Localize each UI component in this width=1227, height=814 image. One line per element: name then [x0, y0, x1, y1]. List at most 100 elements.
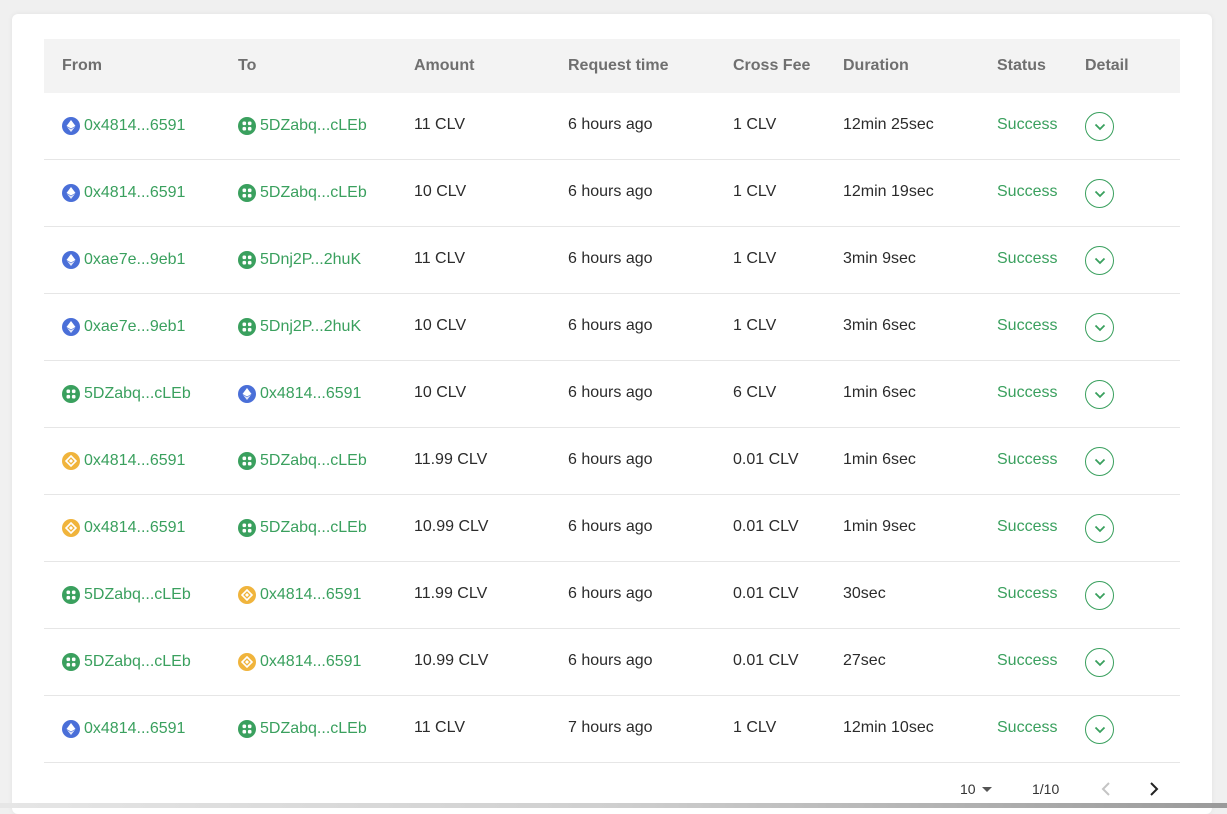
header-cross-fee: Cross Fee [733, 57, 811, 74]
from-address-link[interactable]: 0x4814...6591 [62, 518, 185, 538]
to-address-link[interactable]: 0x4814...6591 [238, 585, 361, 605]
to-address: 5DZabq...cLEb [260, 720, 367, 737]
to-address: 5DZabq...cLEb [260, 184, 367, 201]
chevron-down-icon [1094, 525, 1105, 532]
chevron-down-icon [1094, 391, 1105, 398]
to-address-link[interactable]: 5DZabq...cLEb [238, 451, 367, 471]
ethereum-icon [62, 184, 80, 202]
chevron-right-icon [1150, 782, 1159, 796]
from-address-link[interactable]: 0x4814...6591 [62, 719, 185, 739]
next-page-button[interactable] [1144, 779, 1164, 799]
from-address: 5DZabq...cLEb [84, 586, 191, 603]
status-badge: Success [997, 183, 1058, 200]
duration-cell: 1min 6sec [843, 384, 916, 401]
caret-down-icon [981, 786, 992, 792]
request-time-cell: 6 hours ago [568, 250, 653, 267]
detail-expand-button[interactable] [1085, 447, 1114, 476]
to-address-link[interactable]: 5DZabq...cLEb [238, 719, 367, 739]
to-address-link[interactable]: 5DZabq...cLEb [238, 116, 367, 136]
amount-cell: 11 CLV [414, 719, 465, 736]
amount-cell: 10 CLV [414, 183, 467, 200]
duration-cell: 12min 10sec [843, 719, 934, 736]
clover-icon [238, 720, 256, 738]
detail-expand-button[interactable] [1085, 715, 1114, 744]
ethereum-icon [62, 251, 80, 269]
detail-expand-button[interactable] [1085, 648, 1114, 677]
ethereum-icon [62, 720, 80, 738]
page-size-value: 10 [960, 781, 976, 797]
ethereum-icon [238, 385, 256, 403]
prev-page-button[interactable] [1096, 779, 1116, 799]
table-row: 0xae7e...9eb1 5Dnj2P...2huK 11 CLV 6 hours … [44, 227, 1180, 294]
cross-fee-cell: 1 CLV [733, 250, 777, 267]
table-row: 0x4814...6591 5DZabq...cLEb 11 CLV 7 hours … [44, 696, 1180, 763]
request-time-cell: 6 hours ago [568, 652, 653, 669]
cross-fee-cell: 0.01 CLV [733, 652, 799, 669]
clover-icon [238, 184, 256, 202]
header-to: To [238, 57, 257, 74]
duration-cell: 30sec [843, 585, 886, 602]
chevron-down-icon [1094, 190, 1105, 197]
to-address: 5DZabq...cLEb [260, 452, 367, 469]
detail-expand-button[interactable] [1085, 380, 1114, 409]
status-badge: Success [997, 518, 1058, 535]
amount-cell: 11 CLV [414, 250, 465, 267]
table-body: 0x4814...6591 5DZabq...cLEb 11 CLV 6 hours … [44, 93, 1180, 763]
to-address-link[interactable]: 5Dnj2P...2huK [238, 317, 361, 337]
detail-expand-button[interactable] [1085, 246, 1114, 275]
bnb-chain-icon [238, 586, 256, 604]
to-address-link[interactable]: 0x4814...6591 [238, 652, 361, 672]
from-address-link[interactable]: 0x4814...6591 [62, 451, 185, 471]
header-detail: Detail [1085, 57, 1129, 74]
transactions-card: From To Amount Request time Cross Fee Du… [12, 14, 1212, 814]
header-request-time: Request time [568, 57, 669, 74]
amount-cell: 10 CLV [414, 317, 467, 334]
to-address: 0x4814...6591 [260, 586, 362, 603]
request-time-cell: 6 hours ago [568, 451, 653, 468]
bnb-chain-icon [238, 653, 256, 671]
request-time-cell: 6 hours ago [568, 518, 653, 535]
page-size-select[interactable]: 10 [960, 779, 992, 799]
from-address-link[interactable]: 0x4814...6591 [62, 183, 185, 203]
from-address-link[interactable]: 5DZabq...cLEb [62, 652, 191, 672]
chevron-down-icon [1094, 257, 1105, 264]
from-address-link[interactable]: 5DZabq...cLEb [62, 384, 191, 404]
status-badge: Success [997, 384, 1058, 401]
clover-icon [62, 653, 80, 671]
from-address-link[interactable]: 0xae7e...9eb1 [62, 317, 185, 337]
table-row: 5DZabq...cLEb 0x4814...6591 10 CLV 6 hours … [44, 361, 1180, 428]
bnb-chain-icon [62, 452, 80, 470]
header-amount: Amount [414, 57, 475, 74]
duration-cell: 3min 9sec [843, 250, 916, 267]
header-duration: Duration [843, 57, 909, 74]
to-address-link[interactable]: 5DZabq...cLEb [238, 518, 367, 538]
table-row: 0xae7e...9eb1 5Dnj2P...2huK 10 CLV 6 hours … [44, 294, 1180, 361]
to-address: 5Dnj2P...2huK [260, 318, 362, 335]
from-address: 5DZabq...cLEb [84, 385, 191, 402]
status-badge: Success [997, 116, 1058, 133]
from-address-link[interactable]: 0xae7e...9eb1 [62, 250, 185, 270]
duration-cell: 12min 19sec [843, 183, 934, 200]
to-address-link[interactable]: 0x4814...6591 [238, 384, 361, 404]
table-row: 5DZabq...cLEb 0x4814...6591 11.99 CLV 6 hou… [44, 562, 1180, 629]
from-address-link[interactable]: 0x4814...6591 [62, 116, 185, 136]
chevron-left-icon [1101, 782, 1110, 796]
to-address-link[interactable]: 5Dnj2P...2huK [238, 250, 361, 270]
detail-expand-button[interactable] [1085, 112, 1114, 141]
detail-expand-button[interactable] [1085, 179, 1114, 208]
detail-expand-button[interactable] [1085, 514, 1114, 543]
to-address-link[interactable]: 5DZabq...cLEb [238, 183, 367, 203]
from-address: 5DZabq...cLEb [84, 653, 191, 670]
from-address: 0xae7e...9eb1 [84, 251, 186, 268]
chevron-down-icon [1094, 659, 1105, 666]
from-address-link[interactable]: 5DZabq...cLEb [62, 585, 191, 605]
detail-expand-button[interactable] [1085, 313, 1114, 342]
amount-cell: 11.99 CLV [414, 451, 488, 468]
detail-expand-button[interactable] [1085, 581, 1114, 610]
cross-fee-cell: 1 CLV [733, 183, 777, 200]
from-address: 0x4814...6591 [84, 452, 186, 469]
clover-icon [62, 385, 80, 403]
to-address: 5DZabq...cLEb [260, 519, 367, 536]
cross-fee-cell: 0.01 CLV [733, 585, 799, 602]
request-time-cell: 6 hours ago [568, 384, 653, 401]
